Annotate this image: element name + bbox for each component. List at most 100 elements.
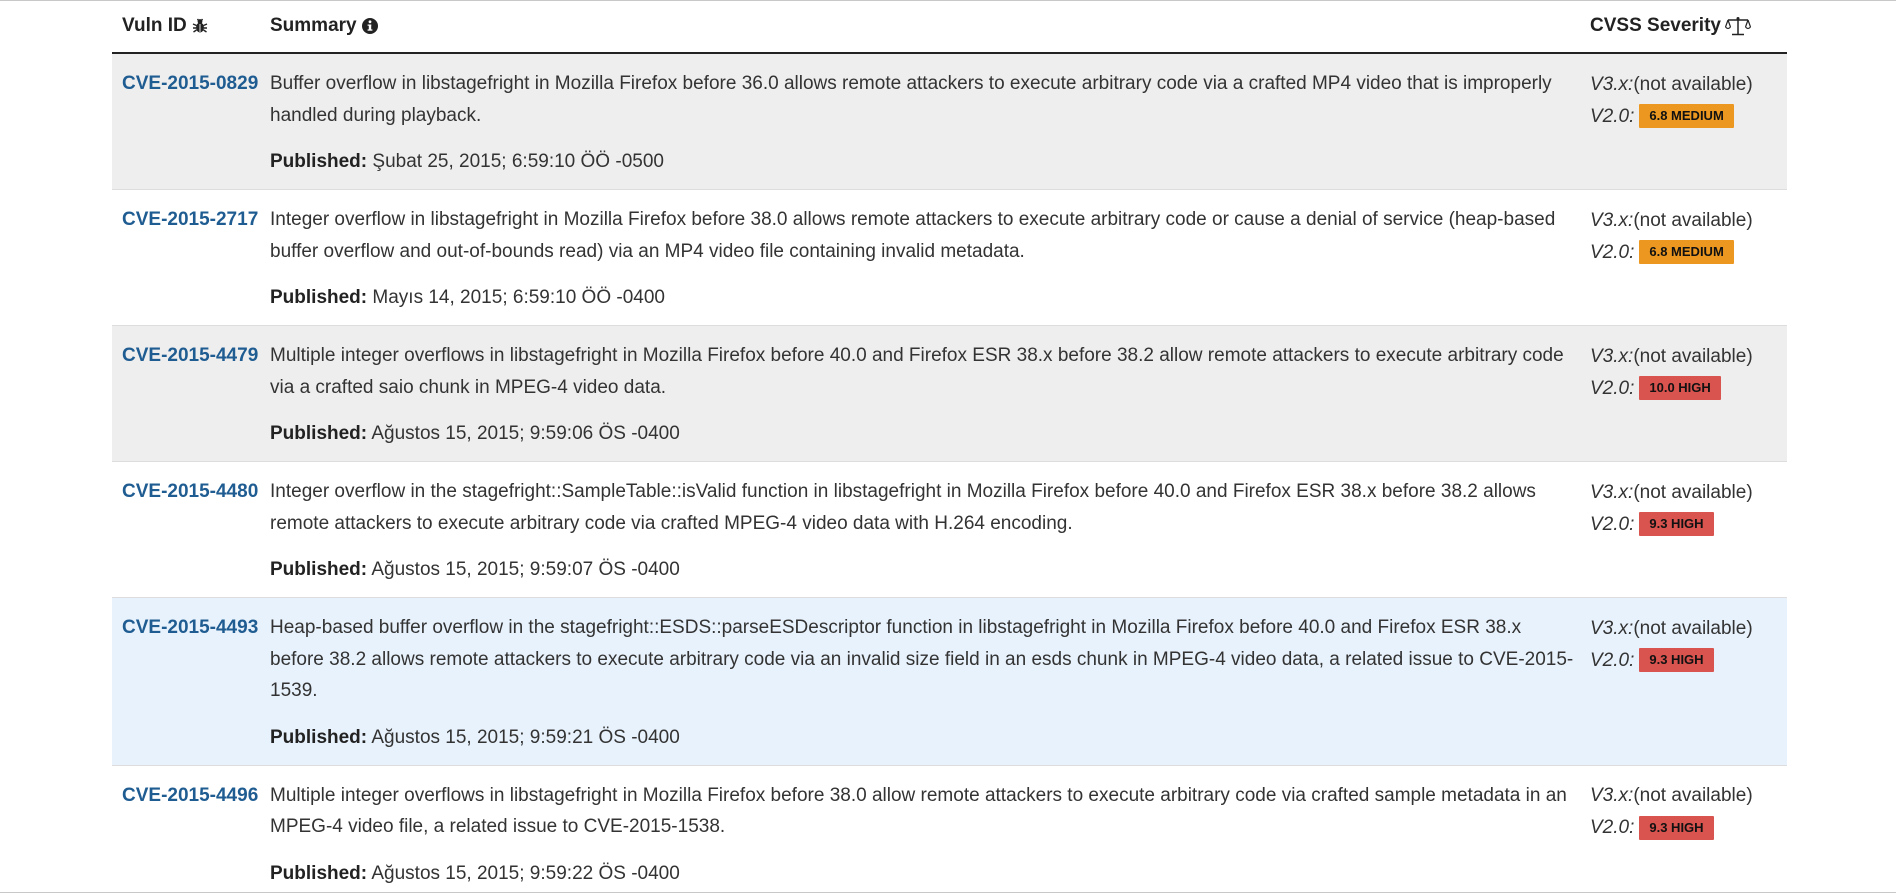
severity-badge[interactable]: 9.3 HIGH	[1639, 648, 1714, 672]
cvss-v3-value: (not available)	[1633, 209, 1753, 231]
table-row: CVE-2015-2717 Integer overflow in libstag…	[112, 190, 1787, 326]
published-value: Ağustos 15, 2015; 9:59:06 ÖS -0400	[371, 423, 680, 444]
vuln-id-cell: CVE-2015-2717	[112, 204, 270, 325]
table-body: CVE-2015-0829 Buffer overflow in libstage…	[112, 54, 1787, 893]
published-value: Mayıs 14, 2015; 6:59:10 ÖÖ -0400	[372, 287, 665, 308]
cvss-cell: V3.x: (not available) V2.0: 9.3 HIGH	[1590, 612, 1787, 765]
cvss-v3-line: V3.x: (not available)	[1590, 780, 1787, 812]
cvss-v2-line: V2.0: 9.3 HIGH	[1590, 508, 1787, 540]
vuln-id-link[interactable]: CVE-2015-0829	[122, 73, 258, 94]
published-value: Şubat 25, 2015; 6:59:10 ÖÖ -0500	[372, 151, 664, 172]
bug-icon	[191, 17, 209, 35]
severity-badge[interactable]: 6.8 MEDIUM	[1639, 240, 1734, 264]
cvss-v2-label: V2.0:	[1590, 817, 1635, 838]
cvss-v3-value: (not available)	[1633, 73, 1753, 95]
table-row: CVE-2015-4479 Multiple integer overflows …	[112, 326, 1787, 462]
header-cvss-severity[interactable]: CVSS Severity	[1590, 1, 1787, 52]
cvss-v3-line: V3.x: (not available)	[1590, 204, 1787, 236]
summary-cell: Multiple integer overflows in libstagefr…	[270, 340, 1590, 461]
published-label: Published:	[270, 287, 368, 308]
vulnerability-table: Vuln ID Summary CVSS Severity CVE-2015-0…	[112, 1, 1787, 893]
vuln-id-link[interactable]: CVE-2015-4479	[122, 345, 258, 366]
published-value: Ağustos 15, 2015; 9:59:22 ÖS -0400	[371, 862, 680, 884]
published-label: Published:	[270, 559, 368, 580]
summary-cell: Buffer overflow in libstagefright in Moz…	[270, 68, 1590, 189]
severity-badge[interactable]: 6.8 MEDIUM	[1639, 104, 1734, 128]
published-date: Published: Ağustos 15, 2015; 9:59:06 ÖS …	[270, 418, 1580, 449]
published-value: Ağustos 15, 2015; 9:59:21 ÖS -0400	[371, 726, 680, 748]
severity-badge[interactable]: 9.3 HIGH	[1639, 512, 1714, 536]
published-label: Published:	[270, 726, 368, 748]
vuln-id-cell: CVE-2015-0829	[112, 68, 270, 189]
cvss-v3-value: (not available)	[1633, 345, 1753, 367]
header-cvss-label: CVSS Severity	[1590, 14, 1721, 36]
severity-badge[interactable]: 9.3 HIGH	[1639, 815, 1714, 840]
vuln-id-cell: CVE-2015-4496	[112, 780, 270, 893]
published-value: Ağustos 15, 2015; 9:59:07 ÖS -0400	[371, 559, 680, 580]
cvss-v2-label: V2.0:	[1590, 649, 1635, 671]
cvss-v2-line: V2.0: 6.8 MEDIUM	[1590, 100, 1787, 132]
header-summary[interactable]: Summary	[270, 1, 1590, 52]
cvss-v3-value: (not available)	[1633, 481, 1753, 503]
cvss-cell: V3.x: (not available) V2.0: 6.8 MEDIUM	[1590, 204, 1787, 325]
cvss-v2-label: V2.0:	[1590, 377, 1635, 399]
published-label: Published:	[270, 862, 368, 884]
vuln-id-cell: CVE-2015-4479	[112, 340, 270, 461]
cvss-v3-line: V3.x: (not available)	[1590, 612, 1787, 644]
cvss-v3-line: V3.x: (not available)	[1590, 68, 1787, 100]
severity-badge[interactable]: 10.0 HIGH	[1639, 376, 1721, 400]
summary-cell: Heap-based buffer overflow in the stagef…	[270, 612, 1590, 765]
header-vuln-id-label: Vuln ID	[122, 14, 187, 36]
cvss-v3-line: V3.x: (not available)	[1590, 476, 1787, 508]
summary-text: Buffer overflow in libstagefright in Moz…	[270, 73, 1552, 126]
cvss-v2-line: V2.0: 9.3 HIGH	[1590, 644, 1787, 676]
summary-text: Multiple integer overflows in libstagefr…	[270, 784, 1567, 838]
vuln-id-cell: CVE-2015-4480	[112, 476, 270, 597]
cvss-cell: V3.x: (not available) V2.0: 9.3 HIGH	[1590, 476, 1787, 597]
cvss-v2-label: V2.0:	[1590, 105, 1635, 127]
vuln-id-link[interactable]: CVE-2015-2717	[122, 209, 258, 230]
vuln-id-link[interactable]: CVE-2015-4480	[122, 481, 258, 502]
cvss-v3-value: (not available)	[1633, 785, 1753, 806]
info-circle-icon[interactable]	[361, 17, 379, 35]
cvss-v3-label: V3.x:	[1590, 345, 1634, 367]
summary-text: Multiple integer overflows in libstagefr…	[270, 345, 1564, 398]
cvss-cell: V3.x: (not available) V2.0: 6.8 MEDIUM	[1590, 68, 1787, 189]
cvss-v3-label: V3.x:	[1590, 73, 1634, 95]
cvss-v3-label: V3.x:	[1590, 785, 1634, 806]
published-date: Published: Ağustos 15, 2015; 9:59:21 ÖS …	[270, 722, 1580, 753]
cvss-cell: V3.x: (not available) V2.0: 9.3 HIGH	[1590, 780, 1787, 893]
vuln-id-link[interactable]: CVE-2015-4496	[122, 785, 258, 806]
summary-text: Heap-based buffer overflow in the stagef…	[270, 617, 1574, 701]
summary-text: Integer overflow in the stagefright::Sam…	[270, 481, 1536, 534]
vulnerability-results-page: Vuln ID Summary CVSS Severity CVE-2015-0…	[0, 0, 1896, 893]
header-summary-label: Summary	[270, 14, 357, 36]
table-row: CVE-2015-4493 Heap-based buffer overflow …	[112, 598, 1787, 766]
summary-cell: Integer overflow in the stagefright::Sam…	[270, 476, 1590, 597]
table-row: CVE-2015-4496 Multiple integer overflows …	[112, 766, 1787, 893]
cvss-v2-line: V2.0: 10.0 HIGH	[1590, 372, 1787, 404]
summary-text: Integer overflow in libstagefright in Mo…	[270, 209, 1556, 262]
published-label: Published:	[270, 423, 368, 444]
cvss-v3-label: V3.x:	[1590, 617, 1634, 639]
cvss-v2-label: V2.0:	[1590, 513, 1635, 535]
vuln-id-cell: CVE-2015-4493	[112, 612, 270, 765]
published-date: Published: Ağustos 15, 2015; 9:59:07 ÖS …	[270, 554, 1580, 585]
cvss-v3-line: V3.x: (not available)	[1590, 340, 1787, 372]
published-date: Published: Ağustos 15, 2015; 9:59:22 ÖS …	[270, 858, 1580, 889]
cvss-v3-label: V3.x:	[1590, 481, 1634, 503]
cvss-cell: V3.x: (not available) V2.0: 10.0 HIGH	[1590, 340, 1787, 461]
published-date: Published: Mayıs 14, 2015; 6:59:10 ÖÖ -0…	[270, 282, 1580, 313]
table-row: CVE-2015-4480 Integer overflow in the sta…	[112, 462, 1787, 598]
summary-cell: Multiple integer overflows in libstagefr…	[270, 780, 1590, 893]
header-vuln-id[interactable]: Vuln ID	[112, 1, 270, 52]
cvss-v2-line: V2.0: 9.3 HIGH	[1590, 812, 1787, 844]
vuln-id-link[interactable]: CVE-2015-4493	[122, 617, 258, 638]
published-date: Published: Şubat 25, 2015; 6:59:10 ÖÖ -0…	[270, 146, 1580, 177]
summary-cell: Integer overflow in libstagefright in Mo…	[270, 204, 1590, 325]
cvss-v2-line: V2.0: 6.8 MEDIUM	[1590, 236, 1787, 268]
scale-icon	[1724, 16, 1751, 36]
table-header: Vuln ID Summary CVSS Severity	[112, 1, 1787, 54]
cvss-v2-label: V2.0:	[1590, 241, 1635, 263]
cvss-v3-label: V3.x:	[1590, 209, 1634, 231]
